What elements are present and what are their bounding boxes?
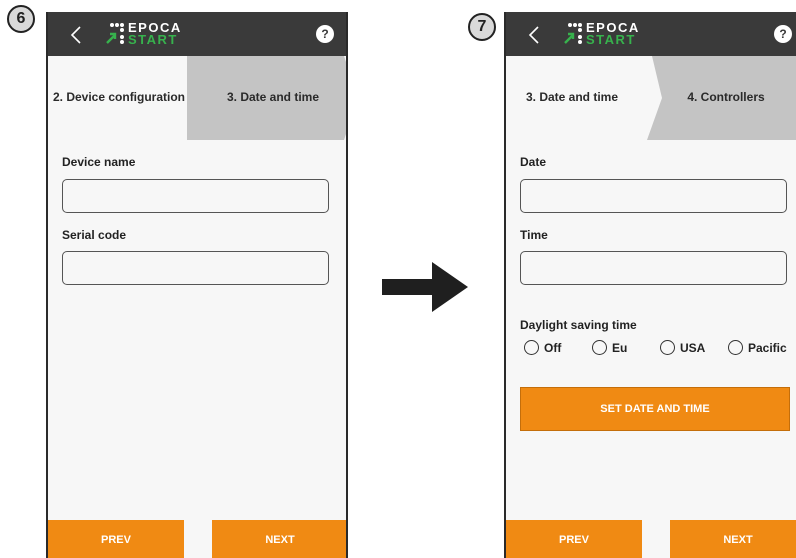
dst-option-eu[interactable]: Eu [592,340,627,355]
step-number-badge: 6 [7,5,35,33]
epoca-start-logo: EPOCA START [104,21,204,49]
time-label: Time [520,228,548,242]
logo-mark-icon [106,23,124,44]
app-bar: EPOCA START ? [48,12,346,56]
back-button[interactable] [524,24,544,46]
next-button[interactable]: NEXT [212,520,346,558]
step-current-label: 3. Date and time [525,90,619,104]
serial-code-input[interactable] [62,251,329,285]
date-input[interactable] [520,179,787,213]
step-number-badge: 7 [468,13,496,41]
radio-circle-icon [728,340,743,355]
dst-option-pacific[interactable]: Pacific [728,340,787,355]
serial-code-label: Serial code [62,228,127,242]
dst-option-usa[interactable]: USA [660,340,705,355]
device-name-input[interactable] [62,179,329,213]
radio-circle-icon [660,340,675,355]
step-progress: 3. Date and time 4. Controllers [506,56,796,140]
help-icon[interactable]: ? [316,25,334,43]
dst-option-label: USA [680,340,706,355]
radio-circle-icon [592,340,607,355]
chevron-left-icon [70,26,81,44]
chevron-left-icon [528,26,539,44]
device-name-label: Device name [62,155,136,169]
daylight-saving-label: Daylight saving time [520,318,637,332]
radio-circle-icon [524,340,539,355]
prev-button[interactable]: PREV [506,520,642,558]
logo-wordmark: EPOCA START [128,20,182,47]
phone-screen-date-and-time: EPOCA START ? 3. Date and time 4. Contro… [504,12,796,558]
time-input[interactable] [520,251,787,285]
dst-option-off[interactable]: Off [524,340,561,355]
dst-option-label: Off [544,340,562,355]
next-button[interactable]: NEXT [670,520,796,558]
step-progress: 2. Device configuration 3. Date and time [48,56,346,140]
set-date-and-time-button[interactable]: SET DATE AND TIME [520,387,790,431]
date-label: Date [520,155,547,169]
step-current-label: 2. Device configuration [52,90,186,104]
phone-screen-device-configuration: EPOCA START ? 2. Device configuration 3.… [46,12,348,558]
dst-option-label: Pacific [748,340,787,355]
back-button[interactable] [66,24,86,46]
step-next-label[interactable]: 4. Controllers [656,90,796,104]
help-icon[interactable]: ? [774,25,792,43]
dst-option-label: Eu [612,340,628,355]
step-next-label[interactable]: 3. Date and time [203,90,343,104]
logo-wordmark: EPOCA START [586,20,640,47]
epoca-start-logo: EPOCA START [562,21,662,49]
flow-arrow-icon [382,262,468,312]
app-bar: EPOCA START ? [506,12,796,56]
prev-button[interactable]: PREV [48,520,184,558]
logo-mark-icon [564,23,582,44]
